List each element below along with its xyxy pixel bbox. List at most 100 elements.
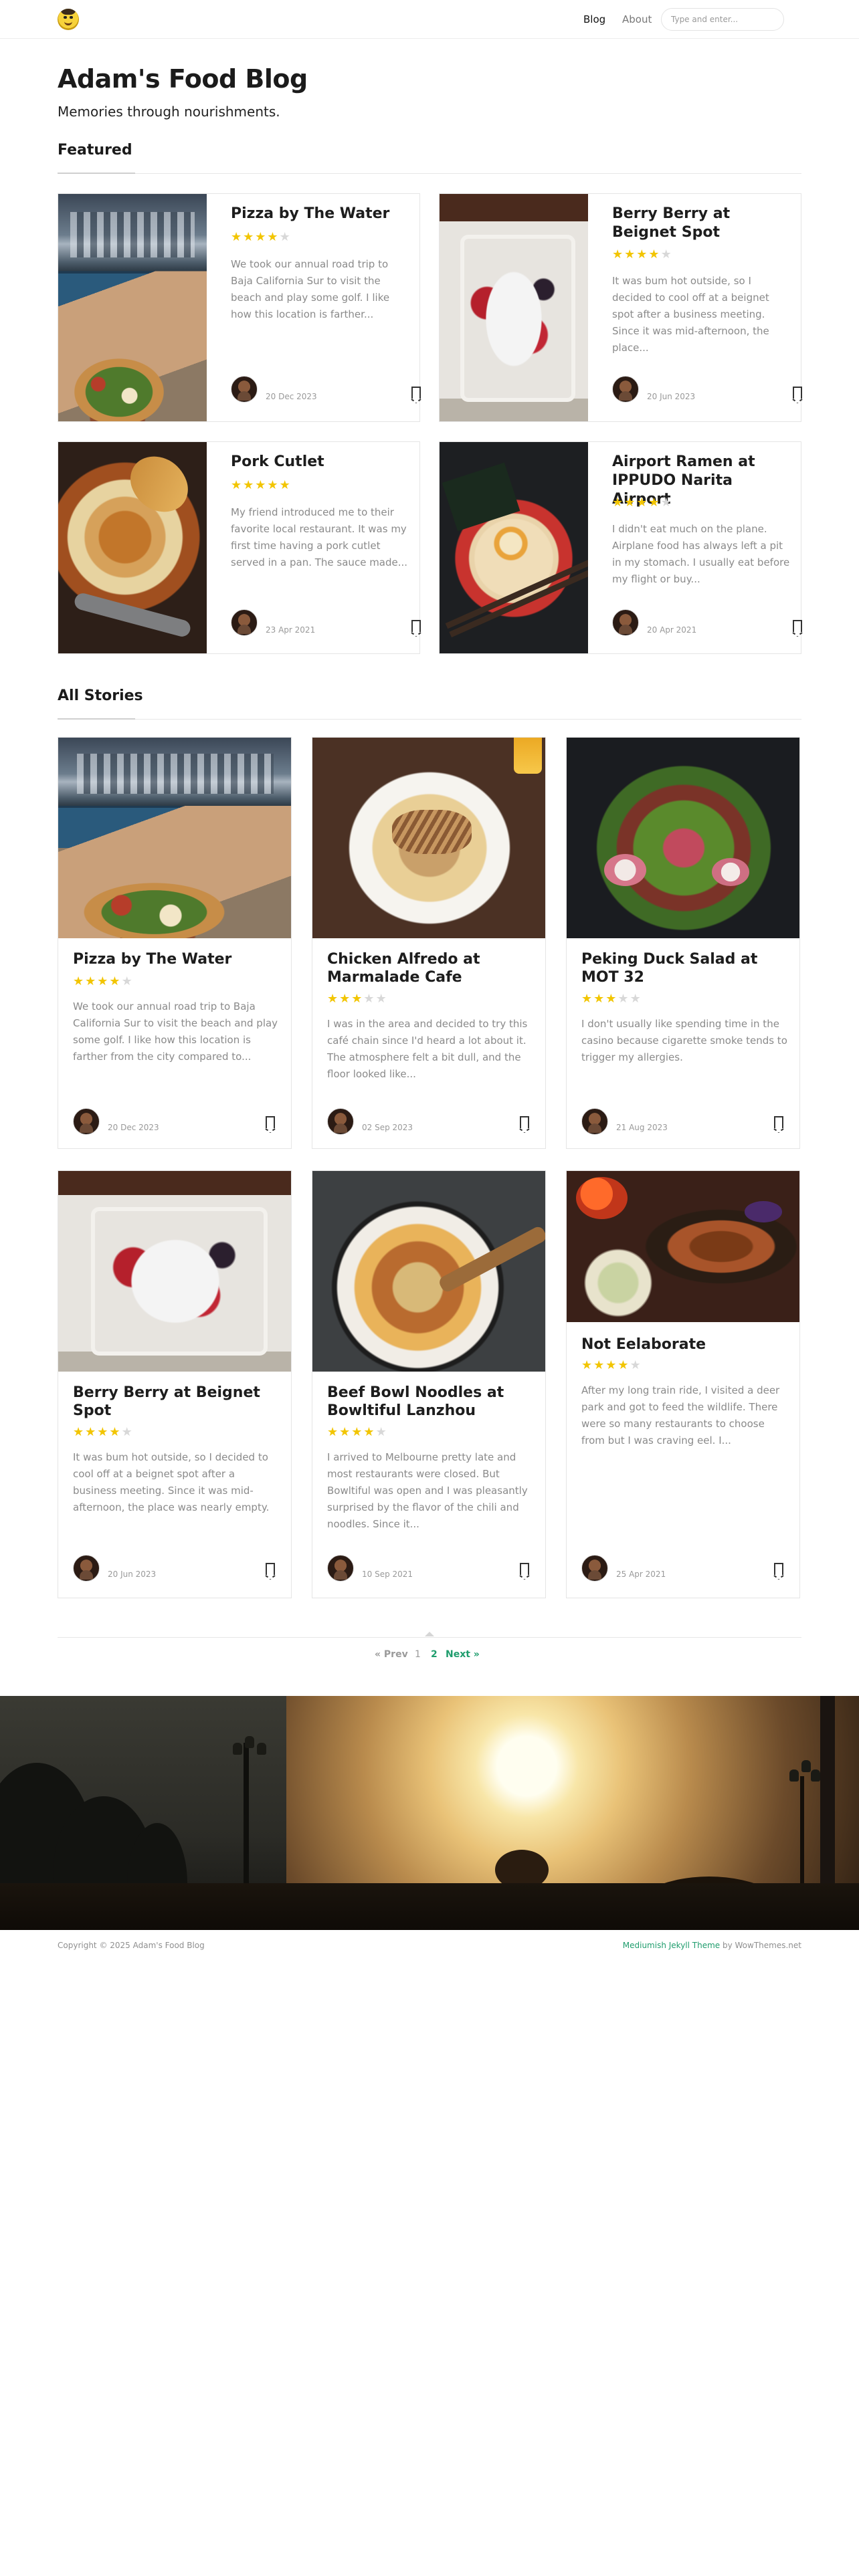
star-filled-icon: ★ [73,974,86,988]
site-tagline: Memories through nourishments. [58,104,280,120]
story-card-title[interactable]: Pizza by The Water [73,950,279,968]
featured-card-title[interactable]: Pizza by The Water [231,205,410,223]
author-avatar[interactable] [73,1555,100,1582]
author-avatar[interactable] [612,609,639,636]
star-filled-icon: ★ [97,974,110,988]
bookmark-icon[interactable] [265,1116,276,1133]
featured-card[interactable]: Airport Ramen at IPPUDO Narita Airport ★… [439,441,803,654]
star-rating: ★★★★★ [231,479,292,492]
story-card-title[interactable]: Peking Duck Salad at MOT 32 [581,950,787,986]
star-filled-icon: ★ [73,1425,86,1439]
all-stories-divider [58,718,801,720]
bookmark-icon[interactable] [792,387,803,403]
star-rating: ★★★★★ [327,993,388,1005]
star-rating: ★★★★★ [73,1426,134,1438]
story-card-title[interactable]: Not Eelaborate [581,1335,787,1354]
bookmark-icon[interactable] [265,1563,276,1580]
star-filled-icon: ★ [85,974,98,988]
story-card-image[interactable] [312,738,545,938]
featured-card-title[interactable]: Berry Berry at Beignet Spot [612,205,791,242]
story-card-image[interactable] [58,1171,291,1372]
featured-card-image[interactable] [58,194,207,421]
featured-card[interactable]: Berry Berry at Beignet Spot ★★★★★ It was… [439,193,803,422]
star-filled-icon: ★ [636,496,649,510]
bookmark-icon[interactable] [792,620,803,637]
featured-card-image[interactable] [58,442,207,653]
featured-card[interactable]: Pizza by The Water ★★★★★ We took our ann… [58,193,421,422]
site-title: Adam's Food Blog [58,64,308,94]
pagination-next-link[interactable]: Next » [446,1649,480,1660]
star-empty-icon: ★ [121,974,134,988]
star-empty-icon: ★ [630,1358,642,1372]
author-avatar[interactable] [612,376,639,403]
story-card[interactable]: Peking Duck Salad at MOT 32 ★★★★★ I don'… [566,737,800,1149]
story-card[interactable]: Chicken Alfredo at Marmalade Cafe ★★★★★ … [312,737,546,1149]
star-filled-icon: ★ [327,992,340,1006]
author-avatar[interactable] [231,376,258,403]
story-card[interactable]: Beef Bowl Noodles at Bowltiful Lanzhou ★… [312,1170,546,1598]
nav-link-about[interactable]: About [622,13,652,25]
pagination-page-1[interactable]: 1 [415,1649,421,1660]
author-avatar[interactable] [581,1108,608,1135]
post-date: 20 Apr 2021 [647,625,697,635]
star-filled-icon: ★ [648,247,661,261]
search-input[interactable] [661,8,784,31]
star-filled-icon: ★ [243,478,256,492]
featured-card-excerpt: It was bum hot outside, so I decided to … [612,275,769,354]
bookmark-icon[interactable] [519,1116,530,1133]
all-stories-heading: All Stories [58,687,143,704]
star-empty-icon: ★ [660,496,673,510]
star-empty-icon: ★ [660,247,673,261]
logo-emoji-icon[interactable] [58,9,79,30]
pagination-prev-link[interactable]: « Prev [375,1649,408,1660]
story-card-image[interactable] [312,1171,545,1372]
featured-card-excerpt: We took our annual road trip to Baja Cal… [231,258,390,320]
story-card[interactable]: Pizza by The Water ★★★★★ We took our ann… [58,737,292,1149]
footer-banner-image [0,1696,859,1930]
author-avatar[interactable] [73,1108,100,1135]
bookmark-icon[interactable] [773,1563,784,1580]
featured-card[interactable]: Pork Cutlet ★★★★★ My friend introduced m… [58,441,421,654]
featured-card-image[interactable] [440,442,588,653]
featured-card-title[interactable]: Pork Cutlet [231,453,410,471]
author-avatar[interactable] [327,1555,354,1582]
star-rating: ★★★★★ [73,976,134,988]
star-filled-icon: ★ [97,1425,110,1439]
top-navbar: Blog About [0,0,859,39]
star-filled-icon: ★ [363,1425,376,1439]
story-card[interactable]: Berry Berry at Beignet Spot ★★★★★ It was… [58,1170,292,1598]
bookmark-icon[interactable] [411,620,421,637]
star-filled-icon: ★ [327,1425,340,1439]
theme-link[interactable]: Mediumish Jekyll Theme [623,1941,720,1950]
bookmark-icon[interactable] [773,1116,784,1133]
star-rating: ★★★★★ [581,1360,642,1372]
star-empty-icon: ★ [121,1425,134,1439]
star-filled-icon: ★ [339,992,352,1006]
post-date: 20 Dec 2023 [108,1123,159,1132]
post-date: 20 Jun 2023 [647,392,696,401]
story-card-excerpt: I arrived to Melbourne pretty late and m… [327,1451,528,1530]
star-empty-icon: ★ [630,992,642,1006]
star-filled-icon: ★ [267,230,280,244]
nav-link-blog[interactable]: Blog [583,13,605,25]
star-filled-icon: ★ [581,992,594,1006]
author-avatar[interactable] [581,1555,608,1582]
story-card-title[interactable]: Beef Bowl Noodles at Bowltiful Lanzhou [327,1384,533,1420]
story-card-image[interactable] [567,738,799,938]
star-filled-icon: ★ [648,496,661,510]
story-card[interactable]: Not Eelaborate ★★★★★ After my long train… [566,1170,800,1598]
author-avatar[interactable] [231,609,258,636]
author-avatar[interactable] [327,1108,354,1135]
story-card-image[interactable] [58,738,291,938]
bookmark-icon[interactable] [411,387,421,403]
footer-theme-credit: Mediumish Jekyll Theme by WowThemes.net [623,1941,801,1950]
post-date: 10 Sep 2021 [362,1570,413,1579]
story-card-title[interactable]: Berry Berry at Beignet Spot [73,1384,279,1420]
post-date: 21 Aug 2023 [616,1123,668,1132]
story-card-title[interactable]: Chicken Alfredo at Marmalade Cafe [327,950,533,986]
star-filled-icon: ★ [624,496,637,510]
story-card-image[interactable] [567,1171,799,1322]
bookmark-icon[interactable] [519,1563,530,1580]
featured-card-image[interactable] [440,194,588,421]
featured-heading: Featured [58,142,132,158]
